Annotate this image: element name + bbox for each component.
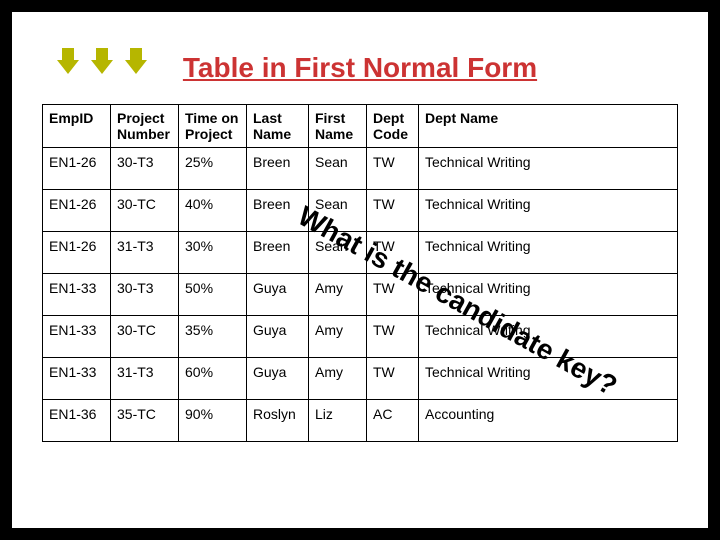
cell-dname: Technical Writing [419,232,678,274]
cell-dcode: TW [367,358,419,400]
col-projnum: Project Number [111,105,179,148]
cell-dname: Technical Writing [419,274,678,316]
cell-last: Breen [247,190,309,232]
title-wrap: Table in First Normal Form [12,52,708,84]
cell-time: 40% [179,190,247,232]
cell-dname: Technical Writing [419,316,678,358]
cell-projnum: 30-T3 [111,274,179,316]
slide: Table in First Normal Form EmpID Project… [12,12,708,528]
cell-dcode: TW [367,316,419,358]
cell-projnum: 30-TC [111,316,179,358]
table-row: EN1-33 31-T3 60% Guya Amy TW Technical W… [43,358,678,400]
cell-dname: Technical Writing [419,358,678,400]
cell-projnum: 30-T3 [111,148,179,190]
cell-dcode: TW [367,148,419,190]
cell-projnum: 31-T3 [111,358,179,400]
table-row: EN1-26 31-T3 30% Breen Sean TW Technical… [43,232,678,274]
cell-projnum: 31-T3 [111,232,179,274]
table-row: EN1-33 30-T3 50% Guya Amy TW Technical W… [43,274,678,316]
page-title: Table in First Normal Form [183,52,537,84]
table-row: EN1-33 30-TC 35% Guya Amy TW Technical W… [43,316,678,358]
cell-time: 30% [179,232,247,274]
cell-last: Roslyn [247,400,309,442]
cell-empid: EN1-33 [43,358,111,400]
cell-first: Liz [309,400,367,442]
cell-last: Breen [247,148,309,190]
col-time: Time on Project [179,105,247,148]
cell-empid: EN1-26 [43,148,111,190]
cell-dcode: AC [367,400,419,442]
table-header-row: EmpID Project Number Time on Project Las… [43,105,678,148]
cell-empid: EN1-26 [43,232,111,274]
cell-time: 50% [179,274,247,316]
cell-dname: Technical Writing [419,148,678,190]
cell-first: Sean [309,232,367,274]
cell-empid: EN1-33 [43,274,111,316]
cell-first: Amy [309,274,367,316]
table-row: EN1-26 30-TC 40% Breen Sean TW Technical… [43,190,678,232]
data-table: EmpID Project Number Time on Project Las… [42,104,678,442]
cell-empid: EN1-36 [43,400,111,442]
col-empid: EmpID [43,105,111,148]
cell-first: Sean [309,190,367,232]
cell-dcode: TW [367,190,419,232]
cell-dname: Technical Writing [419,190,678,232]
cell-projnum: 35-TC [111,400,179,442]
cell-first: Amy [309,316,367,358]
table-row: EN1-36 35-TC 90% Roslyn Liz AC Accountin… [43,400,678,442]
cell-dname: Accounting [419,400,678,442]
table-row: EN1-26 30-T3 25% Breen Sean TW Technical… [43,148,678,190]
cell-time: 25% [179,148,247,190]
col-dname: Dept Name [419,105,678,148]
cell-first: Sean [309,148,367,190]
cell-dcode: TW [367,274,419,316]
cell-first: Amy [309,358,367,400]
col-dcode: Dept Code [367,105,419,148]
cell-projnum: 30-TC [111,190,179,232]
cell-time: 90% [179,400,247,442]
cell-empid: EN1-33 [43,316,111,358]
cell-last: Guya [247,358,309,400]
cell-time: 35% [179,316,247,358]
col-last: Last Name [247,105,309,148]
cell-dcode: TW [367,232,419,274]
cell-time: 60% [179,358,247,400]
cell-last: Breen [247,232,309,274]
col-first: First Name [309,105,367,148]
cell-last: Guya [247,274,309,316]
cell-empid: EN1-26 [43,190,111,232]
cell-last: Guya [247,316,309,358]
